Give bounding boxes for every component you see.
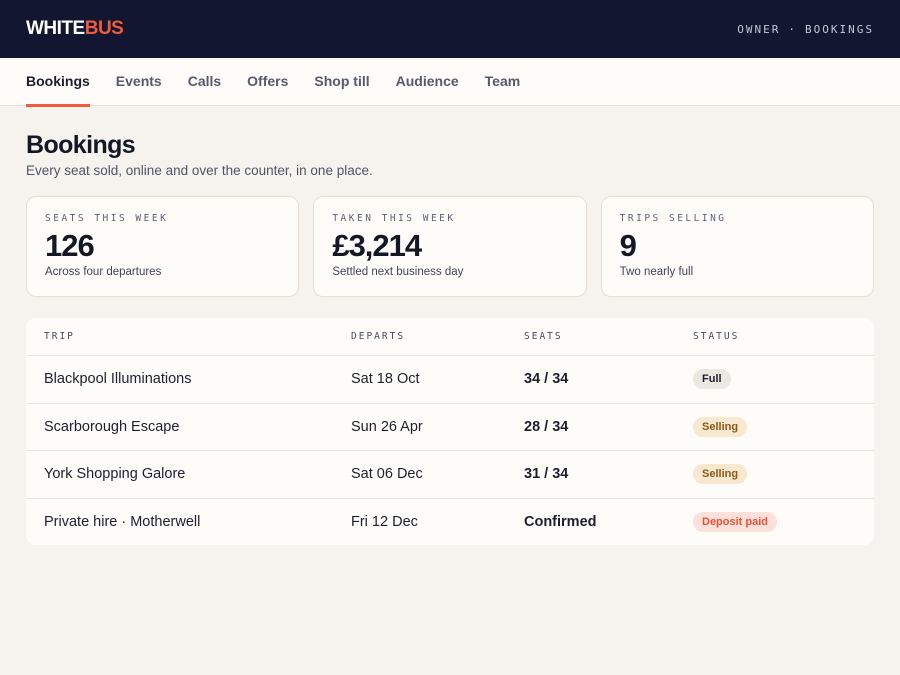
top-bar: WHITE BUS OWNER · BOOKINGS (0, 0, 900, 58)
departure-date: Fri 12 Dec (351, 513, 418, 530)
stat-note: Across four departures (45, 266, 162, 278)
column-header-trip[interactable]: TRIP (44, 331, 351, 342)
seats-count: Confirmed (524, 513, 597, 530)
logo-text-bus: BUS (84, 18, 124, 39)
tab-calls[interactable]: Calls (188, 58, 221, 106)
tab-team[interactable]: Team (485, 58, 521, 106)
stat-value: 9 (619, 228, 637, 263)
column-header-status[interactable]: STATUS (693, 331, 856, 342)
tab-shop-till[interactable]: Shop till (314, 58, 369, 106)
tab-bookings[interactable]: Bookings (26, 58, 90, 107)
breadcrumb-owner[interactable]: OWNER (737, 23, 780, 36)
departure-date: Sat 18 Oct (351, 371, 420, 388)
stat-card-taken: TAKEN THIS WEEK £3,214 Settled next busi… (313, 196, 587, 297)
main-nav: Bookings Events Calls Offers Shop till A… (0, 58, 900, 107)
page-subtitle: Every seat sold, online and over the cou… (26, 163, 373, 178)
seats-count: 28 / 34 (524, 418, 569, 435)
table-row[interactable]: York Shopping Galore Sat 06 Dec 31 / 34 … (26, 450, 874, 498)
seats-count: 31 / 34 (524, 466, 569, 483)
status-badge: Selling (693, 416, 748, 437)
tab-audience[interactable]: Audience (396, 58, 459, 106)
status-badge: Selling (693, 464, 748, 485)
stat-card-seats: SEATS THIS WEEK 126 Across four departur… (26, 196, 300, 297)
breadcrumb-bookings: BOOKINGS (805, 22, 874, 36)
column-header-departs[interactable]: DEPARTS (351, 331, 524, 342)
stat-label: SEATS THIS WEEK (45, 213, 169, 224)
trip-name: York Shopping Galore (44, 466, 186, 483)
departure-date: Sun 26 Apr (351, 418, 423, 435)
stat-value: £3,214 (332, 228, 422, 263)
bookings-table: TRIP DEPARTS SEATS STATUS Blackpool Illu… (26, 318, 874, 545)
table-header: TRIP DEPARTS SEATS STATUS (26, 318, 874, 355)
table-row[interactable]: Scarborough Escape Sun 26 Apr 28 / 34 Se… (26, 402, 874, 451)
trip-name: Private hire · Motherwell (44, 513, 201, 530)
stat-label: TAKEN THIS WEEK (332, 213, 456, 224)
tab-offers[interactable]: Offers (247, 58, 288, 106)
stat-note: Settled next business day (332, 266, 464, 278)
whitebus-logo[interactable]: WHITE BUS (26, 18, 124, 40)
status-badge: Deposit paid (693, 511, 778, 532)
stat-card-trips: TRIPS SELLING 9 Two nearly full (600, 196, 874, 297)
departure-date: Sat 06 Dec (351, 466, 423, 483)
stat-label: TRIPS SELLING (619, 213, 727, 224)
trip-name: Scarborough Escape (44, 418, 180, 435)
main-content: Bookings Every seat sold, online and ove… (0, 130, 900, 545)
page-title: Bookings (26, 131, 136, 159)
breadcrumb: OWNER · BOOKINGS (737, 23, 874, 36)
stat-value: 126 (45, 228, 95, 263)
trip-name: Blackpool Illuminations (44, 371, 192, 388)
table-row[interactable]: Private hire · Motherwell Fri 12 Dec Con… (26, 497, 874, 546)
breadcrumb-separator: · (788, 22, 798, 36)
stat-note: Two nearly full (619, 266, 694, 278)
status-badge: Full (693, 369, 731, 390)
tab-events[interactable]: Events (116, 58, 162, 106)
logo-text-white: WHITE (26, 18, 85, 39)
column-header-seats[interactable]: SEATS (524, 331, 693, 342)
seats-count: 34 / 34 (524, 371, 569, 388)
table-row[interactable]: Blackpool Illuminations Sat 18 Oct 34 / … (26, 355, 874, 403)
stats-row: SEATS THIS WEEK 126 Across four departur… (26, 196, 874, 297)
